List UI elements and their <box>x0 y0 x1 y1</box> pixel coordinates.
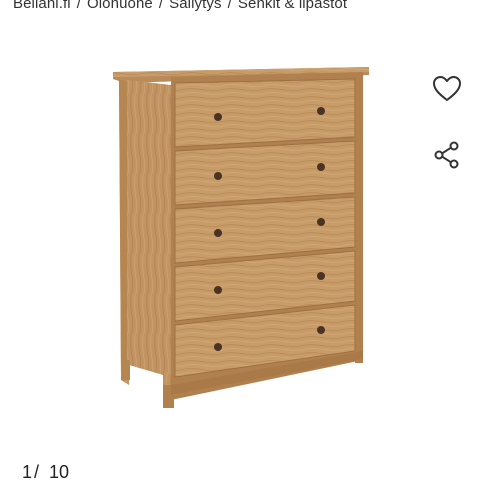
breadcrumb-item-storage[interactable]: Säilytys <box>169 0 221 12</box>
drawer-1 <box>174 78 356 148</box>
favorite-button[interactable] <box>430 72 464 106</box>
breadcrumb-separator: / <box>158 0 164 12</box>
breadcrumb-item-home[interactable]: Beliani.fi <box>13 0 71 12</box>
breadcrumb-item-living-room[interactable]: Olohuone <box>87 0 153 12</box>
chest-of-drawers-image <box>113 67 369 408</box>
heart-outline-icon <box>433 76 461 101</box>
gallery-current: 1 <box>22 462 33 482</box>
breadcrumb-item-sideboards[interactable]: Senkit & lipastot <box>238 0 347 12</box>
breadcrumb: Beliani.fi / Olohuone / Säilytys / Senkit & li… <box>13 0 480 12</box>
breadcrumb-separator: / <box>76 0 81 12</box>
gallery-total: 10 <box>49 462 70 482</box>
gallery-separator: / <box>34 462 40 482</box>
product-image[interactable] <box>105 55 375 420</box>
share-icon <box>434 141 459 169</box>
breadcrumb-separator: / <box>227 0 232 12</box>
share-button[interactable] <box>430 138 464 172</box>
